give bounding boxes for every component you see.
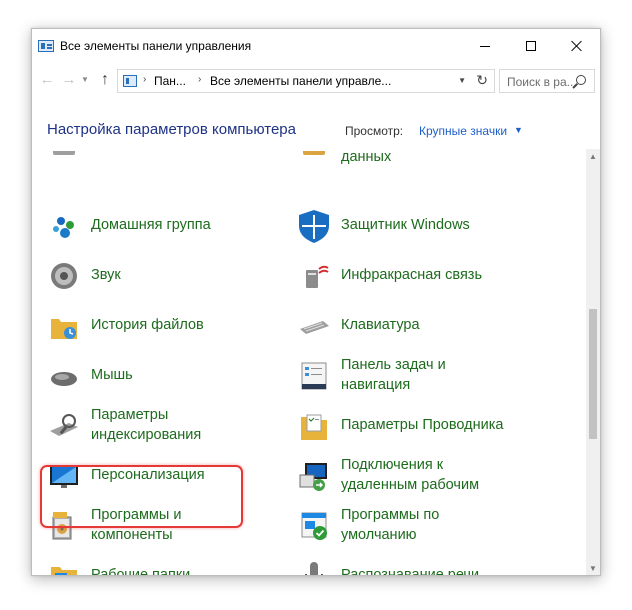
highlight-box	[40, 465, 243, 528]
list-item[interactable]: Защитник Windows	[297, 209, 517, 253]
speaker-icon	[51, 263, 77, 289]
item-label-line-2: индексирования	[91, 427, 202, 443]
scroll-up-icon[interactable]: ▲	[589, 152, 597, 161]
file-history-icon	[51, 319, 77, 339]
view-mode-dropdown[interactable]: Крупные значки	[419, 124, 507, 138]
scroll-down-icon[interactable]: ▼	[589, 564, 597, 573]
item-label: Защитник Windows	[341, 217, 470, 233]
item-label: данных	[341, 151, 392, 165]
mouse-icon	[51, 372, 77, 386]
window-title: Все элементы панели управления	[60, 39, 252, 53]
vertical-scrollbar[interactable]: ▲ ▼	[586, 149, 600, 575]
maximize-button[interactable]	[508, 29, 554, 63]
address-bar[interactable]: › Пан... › Все элементы панели управле..…	[117, 69, 495, 93]
explorer-options-icon	[301, 414, 327, 440]
maximize-icon	[526, 41, 536, 51]
item-label-line-1: Параметры	[91, 407, 169, 423]
search-icon[interactable]	[576, 75, 586, 85]
search-input[interactable]: Поиск в ра...	[499, 69, 595, 93]
item-label: Клавиатура	[341, 317, 420, 333]
breadcrumb-item[interactable]: Все элементы панели управле...	[210, 74, 391, 88]
search-placeholder: Поиск в ра...	[507, 75, 577, 89]
infrared-icon	[306, 265, 329, 288]
list-item[interactable]: Домашняя группа	[47, 209, 247, 253]
windows-defender-icon	[299, 210, 329, 243]
list-item[interactable]: Параметры Проводника	[297, 409, 537, 453]
item-label-line-2: умолчанию	[341, 527, 417, 543]
control-panel-icon	[123, 75, 137, 87]
breadcrumb-separator-icon[interactable]: ›	[198, 74, 201, 85]
list-item[interactable]: Параметры индексирования	[47, 407, 247, 453]
taskbar-icon	[301, 362, 327, 390]
list-item[interactable]: Панель задач и навигация	[297, 357, 517, 403]
list-item[interactable]: Инфракрасная связь	[297, 259, 517, 303]
list-item[interactable]: данных	[297, 151, 477, 179]
settings-icon	[53, 151, 75, 155]
list-item[interactable]: Подключения к удаленным рабочим	[297, 457, 537, 503]
chevron-down-icon[interactable]: ▼	[514, 125, 523, 135]
item-label: История файлов	[91, 317, 204, 333]
work-folders-icon	[51, 567, 77, 575]
list-item[interactable]: Мышь	[47, 359, 247, 403]
item-label: Рабочие папки	[91, 567, 191, 576]
list-item[interactable]	[47, 151, 167, 179]
minimize-icon	[480, 45, 490, 47]
item-label-line-2: удаленным рабочим	[341, 477, 480, 493]
view-label: Просмотр:	[345, 124, 404, 138]
microphone-icon	[305, 562, 323, 575]
default-programs-icon	[301, 512, 327, 540]
breadcrumb-item[interactable]: Пан...	[154, 74, 186, 88]
homegroup-icon	[53, 217, 74, 238]
item-label: Распознавание речи	[341, 567, 480, 576]
scrollbar-thumb[interactable]	[589, 309, 597, 439]
control-panel-icon	[38, 40, 54, 52]
title-bar[interactable]: Все элементы панели управления	[32, 29, 600, 63]
list-item[interactable]: Программы по умолчанию	[297, 507, 537, 553]
navigation-bar: ← → ▼ ↑ › Пан... › Все элементы панели у…	[32, 67, 600, 93]
item-label-line-2: компоненты	[91, 527, 173, 543]
item-label: Домашняя группа	[91, 217, 211, 233]
minimize-button[interactable]	[462, 29, 508, 63]
item-label-line-1: Панель задач и	[341, 357, 446, 373]
refresh-icon[interactable]: ↻	[476, 72, 488, 89]
keyboard-icon	[300, 321, 329, 334]
close-button[interactable]	[554, 29, 600, 63]
list-item[interactable]: Клавиатура	[297, 309, 517, 353]
list-item[interactable]: История файлов	[47, 309, 247, 353]
recent-locations-button[interactable]: ▼	[79, 70, 91, 90]
close-icon	[571, 40, 583, 52]
list-item[interactable]: Рабочие папки	[47, 559, 247, 576]
up-button[interactable]: ↑	[96, 70, 114, 90]
address-dropdown-icon[interactable]: ▼	[458, 76, 466, 85]
item-label-line-2: навигация	[341, 377, 411, 393]
item-label: Инфракрасная связь	[341, 267, 483, 283]
item-label: Звук	[91, 267, 121, 283]
data-icon	[303, 151, 325, 155]
indexing-icon	[50, 414, 78, 436]
remote-desktop-icon	[299, 463, 327, 491]
list-item[interactable]: Распознавание речи	[297, 559, 537, 576]
forward-button[interactable]: →	[60, 70, 78, 90]
list-item[interactable]: Звук	[47, 259, 247, 303]
item-label: Параметры Проводника	[341, 417, 504, 433]
item-label-line-1: Подключения к	[341, 457, 444, 473]
item-label: Мышь	[91, 367, 133, 383]
item-label-line-1: Программы по	[341, 507, 440, 523]
breadcrumb-separator-icon[interactable]: ›	[143, 74, 146, 85]
page-title: Настройка параметров компьютера	[47, 121, 296, 138]
back-button[interactable]: ←	[38, 70, 56, 90]
